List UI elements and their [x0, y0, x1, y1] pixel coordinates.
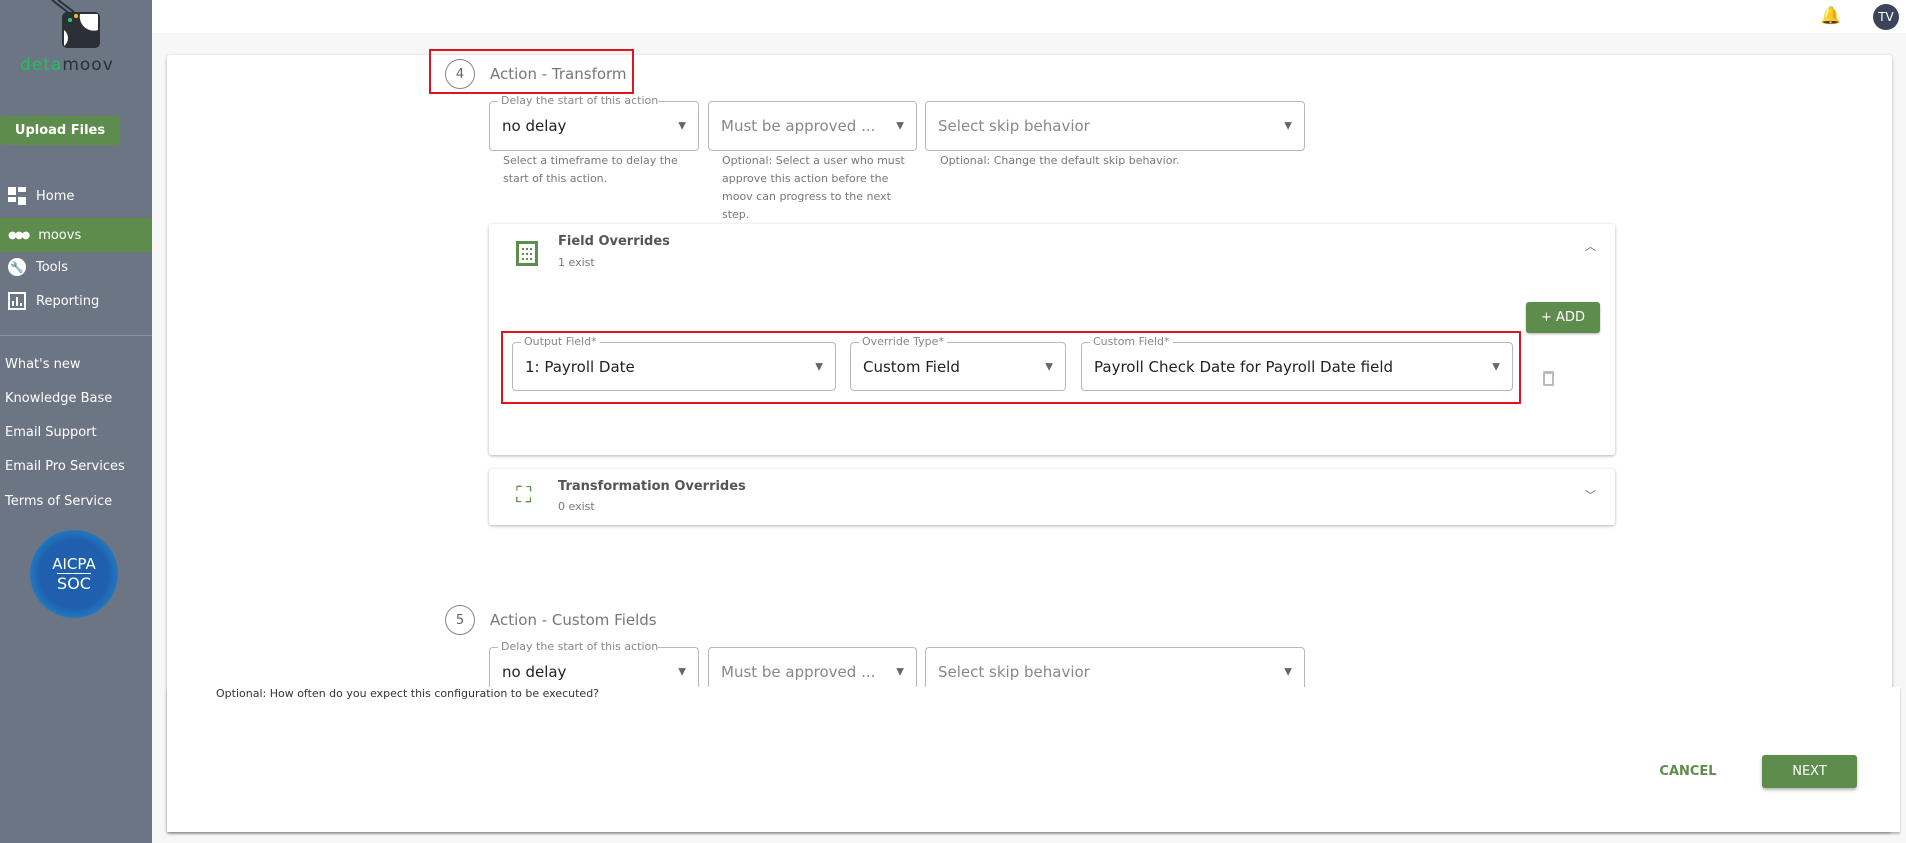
sidebar-item-moovs[interactable]: ●●● moovs — [0, 218, 152, 252]
panel-title: Field Overrides — [558, 234, 670, 249]
step-number: 5 — [445, 605, 475, 635]
dots-icon: ●●● — [8, 229, 30, 241]
field-label: Output Field* — [521, 335, 600, 348]
field-label: Override Type* — [859, 335, 947, 348]
footer-panel: Optional: How often do you expect this c… — [167, 687, 1900, 832]
panel-title: Transformation Overrides — [558, 479, 746, 494]
dropdown-arrow-icon: ▼ — [896, 120, 904, 132]
field-placeholder: Must be approved ... — [721, 663, 876, 681]
sidebar-item-label: Tools — [36, 259, 69, 275]
field-placeholder: Select skip behavior — [938, 117, 1090, 135]
field-value: 1: Payroll Date — [525, 357, 635, 376]
field-placeholder: Must be approved ... — [721, 117, 876, 135]
next-button[interactable]: NEXT — [1762, 755, 1857, 788]
list-icon — [516, 241, 538, 266]
link-terms-of-service[interactable]: Terms of Service — [5, 494, 112, 509]
panel-count: 0 exist — [558, 500, 595, 513]
sidebar-item-label: Home — [36, 188, 75, 204]
step-title: Action - Transform — [490, 65, 627, 83]
override-type-select[interactable]: Override Type* Custom Field ▼ — [850, 335, 1066, 391]
logo-text-green: deta — [20, 55, 63, 75]
logo[interactable]: detamoov — [20, 0, 125, 80]
dropdown-arrow-icon: ▼ — [896, 666, 904, 678]
transformation-overrides-panel[interactable]: ⛶ Transformation Overrides 0 exist ﹀ — [489, 469, 1615, 525]
sidebar-item-tools[interactable]: 🔧 Tools — [0, 250, 152, 284]
step-number: 4 — [445, 59, 475, 89]
chart-icon — [8, 292, 26, 310]
sidebar: detamoov Upload Files Home ●●● moovs 🔧 Too… — [0, 0, 152, 843]
logo-icon — [51, 0, 100, 48]
skip-behavior-select[interactable]: Select skip behavior ▼ — [925, 101, 1305, 151]
avatar[interactable]: TV — [1873, 4, 1899, 30]
collapse-chevron-icon[interactable]: ︿ — [1585, 238, 1596, 254]
sidebar-divider — [0, 335, 152, 336]
dropdown-arrow-icon: ▼ — [1284, 666, 1292, 678]
field-value: no delay — [502, 117, 567, 135]
top-header: 🔔 TV — [152, 0, 1906, 33]
badge-line1: AICPA — [52, 555, 96, 573]
field-value: Payroll Check Date for Payroll Date fiel… — [1094, 357, 1394, 376]
notification-bell-icon[interactable]: 🔔 — [1820, 6, 1841, 26]
wrench-icon: 🔧 — [8, 258, 26, 276]
link-knowledge-base[interactable]: Knowledge Base — [5, 391, 112, 406]
delay-help: Select a timeframe to delay the start of… — [503, 154, 678, 185]
frequency-note: Optional: How often do you expect this c… — [216, 687, 600, 700]
field-value: no delay — [502, 663, 567, 681]
step-title: Action - Custom Fields — [490, 611, 657, 629]
delay-select[interactable]: Delay the start of this action no delay ▼ — [489, 94, 699, 151]
dropdown-arrow-icon: ▼ — [678, 120, 686, 132]
delete-trash-icon[interactable] — [1543, 371, 1554, 386]
crop-icon: ⛶ — [516, 483, 532, 508]
dropdown-arrow-icon: ▼ — [1284, 120, 1292, 132]
link-whats-new[interactable]: What's new — [5, 357, 81, 372]
custom-field-select[interactable]: Custom Field* Payroll Check Date for Payr… — [1081, 335, 1513, 391]
logo-text-dark: moov — [62, 55, 114, 75]
sidebar-item-label: Reporting — [36, 293, 100, 309]
link-email-support[interactable]: Email Support — [5, 425, 97, 440]
dropdown-arrow-icon: ▼ — [815, 361, 823, 372]
dropdown-arrow-icon: ▼ — [1045, 361, 1053, 372]
upload-files-button[interactable]: Upload Files — [0, 116, 120, 145]
dropdown-arrow-icon: ▼ — [678, 666, 686, 678]
dashboard-icon — [8, 187, 26, 205]
output-field-select[interactable]: Output Field* 1: Payroll Date ▼ — [512, 335, 836, 391]
aicpa-soc-badge: AICPA SOC — [30, 530, 118, 618]
expand-chevron-icon[interactable]: ﹀ — [1585, 487, 1596, 503]
badge-line2: SOC — [57, 573, 91, 593]
cancel-button[interactable]: CANCEL — [1647, 755, 1729, 788]
field-label: Delay the start of this action — [498, 94, 658, 107]
approver-select[interactable]: Must be approved ... ▼ — [708, 101, 917, 151]
sidebar-item-home[interactable]: Home — [0, 179, 152, 213]
sidebar-item-label: moovs — [38, 227, 82, 243]
add-override-button[interactable]: + ADD — [1526, 302, 1600, 333]
link-email-pro-services[interactable]: Email Pro Services — [5, 459, 125, 474]
field-label: Custom Field* — [1090, 335, 1173, 348]
field-placeholder: Select skip behavior — [938, 663, 1090, 681]
skip-help: Optional: Change the default skip behavi… — [940, 154, 1180, 167]
field-label: Delay the start of this action — [498, 640, 658, 653]
panel-count: 1 exist — [558, 256, 595, 269]
approver-help: Optional: Select a user who must approve… — [722, 154, 905, 221]
dropdown-arrow-icon: ▼ — [1492, 361, 1500, 372]
sidebar-item-reporting[interactable]: Reporting — [0, 284, 152, 318]
field-value: Custom Field — [863, 357, 960, 376]
